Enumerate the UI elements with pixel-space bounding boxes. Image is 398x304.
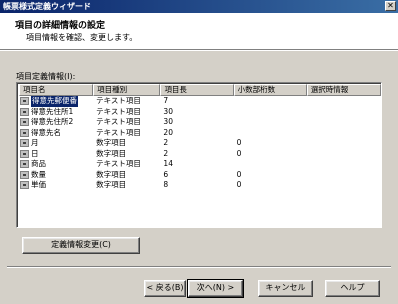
- item-decimals: [234, 96, 307, 107]
- field-icon: [20, 97, 29, 106]
- item-name: 得意先住所2: [31, 117, 74, 126]
- back-button[interactable]: < 戻る(B): [144, 280, 186, 297]
- item-decimals: [234, 128, 307, 139]
- item-name: 得意先住所1: [31, 106, 74, 116]
- field-icon: [20, 139, 29, 148]
- item-kind: 数字項目: [96, 138, 127, 147]
- list-item[interactable]: 数量 数字項目 6 0: [19, 170, 381, 181]
- item-name-cell: 月: [19, 138, 93, 149]
- item-name: 得意先郵便番: [30, 96, 79, 107]
- field-icon: [20, 160, 29, 169]
- list-item[interactable]: 得意先郵便番 テキスト項目 7: [19, 96, 381, 107]
- item-selection-info: [307, 117, 381, 128]
- item-selection-info: [307, 159, 381, 170]
- item-name-cell: 得意先住所2: [19, 117, 93, 128]
- item-selection-info: [307, 180, 381, 191]
- item-selection-info: [307, 138, 381, 149]
- item-length: 30: [163, 106, 173, 116]
- item-definition-list[interactable]: 項目名 項目種別 項目長 小数部桁数 選択時情報 得意先郵便番 テキスト項目 7 得意…: [16, 82, 382, 228]
- field-icon: [20, 170, 29, 179]
- list-item[interactable]: 商品 テキスト項目 14: [19, 159, 381, 170]
- column-header-length[interactable]: 項目長: [160, 84, 234, 96]
- list-item[interactable]: 得意先名 テキスト項目 20: [19, 128, 381, 139]
- item-decimals: [234, 117, 307, 128]
- list-item[interactable]: 月 数字項目 2 0: [19, 138, 381, 149]
- item-length: 8: [163, 180, 169, 189]
- list-item[interactable]: 日 数字項目 2 0: [19, 149, 381, 160]
- item-kind: テキスト項目: [96, 117, 141, 126]
- item-decimals: [234, 107, 307, 118]
- item-kind: テキスト項目: [96, 96, 141, 105]
- item-kind: 数字項目: [96, 169, 127, 179]
- header-divider: [0, 50, 398, 51]
- item-length: 20: [163, 127, 173, 137]
- wizard-header: 項目の詳細情報の設定 項目情報を確認、変更します。: [0, 13, 398, 50]
- item-length: 7: [163, 96, 169, 105]
- item-name: 得意先名: [31, 127, 61, 137]
- item-length: 6: [163, 169, 169, 179]
- item-selection-info: [307, 128, 381, 139]
- item-kind: テキスト項目: [96, 127, 141, 137]
- item-name-cell: 単価: [19, 180, 93, 191]
- column-header-decimals[interactable]: 小数部桁数: [233, 84, 307, 96]
- list-item[interactable]: 得意先住所1 テキスト項目 30: [19, 107, 381, 118]
- page-title: 項目の詳細情報の設定: [15, 21, 106, 31]
- item-name: 単価: [31, 180, 46, 189]
- item-name: 月: [31, 138, 39, 147]
- field-icon: [20, 149, 29, 158]
- field-icon: [20, 107, 29, 116]
- footer-separator: [7, 266, 391, 268]
- list-body: 得意先郵便番 テキスト項目 7 得意先住所1 テキスト項目 30 得意先住所2 テキスト項目 3…: [19, 96, 381, 191]
- item-decimals: 0: [236, 169, 242, 179]
- item-name-cell: 数量: [19, 170, 93, 181]
- item-length: 2: [163, 148, 169, 158]
- field-icon: [20, 181, 29, 190]
- item-selection-info: [307, 149, 381, 160]
- column-header-name[interactable]: 項目名: [19, 84, 94, 96]
- cancel-button[interactable]: キャンセル: [258, 280, 313, 297]
- help-button[interactable]: ヘルプ: [325, 280, 380, 297]
- column-header-kind[interactable]: 項目種別: [93, 84, 161, 96]
- title-bar: 帳票様式定義ウィザード ✕: [0, 0, 398, 13]
- field-icon: [20, 128, 29, 137]
- item-name-cell: 得意先郵便番: [19, 96, 93, 107]
- item-decimals: 0: [236, 138, 242, 147]
- close-icon[interactable]: ✕: [385, 1, 396, 11]
- item-length: 14: [163, 159, 173, 168]
- item-length: 30: [163, 117, 173, 126]
- item-name-cell: 得意先名: [19, 128, 93, 139]
- item-length: 2: [163, 138, 169, 147]
- definition-change-button[interactable]: 定義情報変更(C): [22, 237, 140, 254]
- window-title: 帳票様式定義ウィザード: [3, 2, 91, 11]
- column-header-selection-info[interactable]: 選択時情報: [306, 84, 381, 96]
- next-button[interactable]: 次へ(N) >: [187, 279, 244, 298]
- item-name: 数量: [31, 169, 46, 179]
- list-item[interactable]: 単価 数字項目 8 0: [19, 180, 381, 191]
- item-name-cell: 日: [19, 149, 93, 160]
- list-header: 項目名 項目種別 項目長 小数部桁数 選択時情報: [19, 84, 381, 96]
- item-name-cell: 得意先住所1: [19, 107, 93, 118]
- item-kind: 数字項目: [96, 180, 127, 189]
- item-name: 商品: [31, 159, 46, 168]
- item-kind: テキスト項目: [96, 106, 141, 116]
- list-item[interactable]: 得意先住所2 テキスト項目 30: [19, 117, 381, 128]
- item-name-cell: 商品: [19, 159, 93, 170]
- item-decimals: [234, 159, 307, 170]
- item-selection-info: [307, 107, 381, 118]
- item-decimals: 0: [236, 148, 242, 158]
- item-selection-info: [307, 96, 381, 107]
- item-name: 日: [31, 148, 39, 158]
- page-subtitle: 項目情報を確認、変更します。: [26, 33, 138, 42]
- list-label: 項目定義情報(I):: [16, 72, 76, 81]
- item-kind: 数字項目: [96, 148, 127, 158]
- item-selection-info: [307, 170, 381, 181]
- item-kind: テキスト項目: [96, 159, 141, 168]
- field-icon: [20, 118, 29, 127]
- item-decimals: 0: [236, 180, 242, 189]
